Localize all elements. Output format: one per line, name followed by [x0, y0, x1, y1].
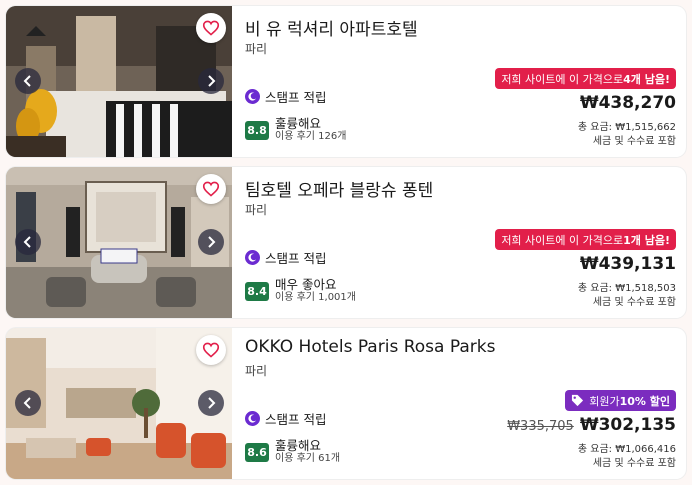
hotel-card[interactable]: 비 유 럭셔리 아파트호텔 파리 스탬프 적립 8.8 훌륭해요 이용 후기 1… [6, 6, 686, 157]
tax-note: 세금 및 수수료 포함 [592, 297, 676, 308]
hotel-city: 파리 [245, 42, 268, 56]
badge-text: 회원가 [589, 394, 620, 408]
chevron-right-icon [208, 397, 216, 409]
availability-badge: 저희 사이트에 이 가격으로 4개 남음! [495, 68, 676, 89]
tag-icon [572, 394, 584, 407]
chevron-right-icon [208, 236, 216, 248]
hotel-city: 파리 [245, 364, 268, 378]
stamp-moon-icon [245, 411, 260, 426]
nightly-price: ₩335,705 ₩302,135 [507, 415, 676, 435]
badge-bold-text: 10% 할인 [619, 394, 670, 408]
rating: 8.6 훌륭해요 이용 후기 61개 [245, 439, 340, 465]
badge-text: 저희 사이트에 이 가격으로 [501, 233, 624, 247]
rating-label: 훌륭해요 [275, 438, 322, 453]
review-score: 8.4 [245, 281, 269, 301]
price-value: ₩438,270 [579, 93, 676, 113]
total-price: 총 요금: ₩1,066,416 [577, 444, 676, 455]
stamp-moon-icon [245, 250, 260, 265]
badge-bold-text: 4개 남음! [623, 72, 670, 86]
hotel-photo[interactable] [6, 6, 232, 157]
heart-outline-icon [202, 342, 220, 358]
photo-prev-button[interactable] [15, 390, 41, 416]
stamp-label: 스탬프 적립 [265, 412, 327, 427]
stamp-reward: 스탬프 적립 [245, 409, 326, 428]
chevron-right-icon [208, 75, 216, 87]
review-count: 이용 후기 1,001개 [275, 292, 356, 303]
badge-text: 저희 사이트에 이 가격으로 [501, 72, 624, 86]
tax-note: 세금 및 수수료 포함 [592, 136, 676, 147]
hotel-photo[interactable] [6, 328, 232, 479]
rating: 8.4 매우 좋아요 이용 후기 1,001개 [245, 278, 356, 304]
rating-label: 매우 좋아요 [275, 277, 337, 292]
nightly-price: ₩438,270 [580, 93, 676, 113]
stamp-moon-icon [245, 89, 260, 104]
review-count: 이용 후기 126개 [275, 131, 347, 142]
hotel-info: 팀호텔 오페라 블랑슈 퐁텐 파리 스탬프 적립 8.4 매우 좋아요 이용 후… [245, 167, 686, 318]
photo-prev-button[interactable] [15, 229, 41, 255]
hotel-city: 파리 [245, 203, 268, 217]
review-score: 8.8 [245, 120, 269, 140]
hotel-photo[interactable] [6, 167, 232, 318]
rating: 8.8 훌륭해요 이용 후기 126개 [245, 117, 346, 143]
chevron-left-icon [23, 397, 31, 409]
hotel-card[interactable]: OKKO Hotels Paris Rosa Parks 파리 스탬프 적립 8… [6, 328, 686, 479]
review-score: 8.6 [245, 442, 269, 462]
stamp-reward: 스탬프 적립 [245, 87, 326, 106]
favorite-button[interactable] [196, 13, 226, 43]
chevron-left-icon [23, 75, 31, 87]
review-count: 이용 후기 61개 [275, 453, 341, 464]
hotel-name[interactable]: 비 유 럭셔리 아파트호텔 [245, 15, 418, 40]
hotel-info: 비 유 럭셔리 아파트호텔 파리 스탬프 적립 8.8 훌륭해요 이용 후기 1… [245, 6, 686, 157]
hotel-name[interactable]: OKKO Hotels Paris Rosa Parks [245, 337, 495, 357]
nightly-price: ₩439,131 [580, 254, 676, 274]
price-value: ₩302,135 [579, 415, 676, 435]
original-price: ₩335,705 [507, 419, 574, 434]
stamp-label: 스탬프 적립 [265, 90, 327, 105]
favorite-button[interactable] [196, 174, 226, 204]
stamp-reward: 스탬프 적립 [245, 248, 326, 267]
tax-note: 세금 및 수수료 포함 [592, 458, 676, 469]
stamp-label: 스탬프 적립 [265, 251, 327, 266]
heart-outline-icon [202, 20, 220, 36]
badge-bold-text: 1개 남음! [623, 233, 670, 247]
heart-outline-icon [202, 181, 220, 197]
total-price: 총 요금: ₩1,518,503 [577, 283, 676, 294]
photo-next-button[interactable] [198, 390, 224, 416]
photo-next-button[interactable] [198, 68, 224, 94]
photo-next-button[interactable] [198, 229, 224, 255]
favorite-button[interactable] [196, 335, 226, 365]
photo-prev-button[interactable] [15, 68, 41, 94]
hotel-name[interactable]: 팀호텔 오페라 블랑슈 퐁텐 [245, 176, 433, 201]
rating-label: 훌륭해요 [275, 116, 322, 131]
price-value: ₩439,131 [579, 254, 676, 274]
availability-badge: 저희 사이트에 이 가격으로 1개 남음! [495, 229, 676, 250]
total-price: 총 요금: ₩1,515,662 [577, 122, 676, 133]
hotel-info: OKKO Hotels Paris Rosa Parks 파리 스탬프 적립 8… [245, 328, 686, 479]
chevron-left-icon [23, 236, 31, 248]
hotel-card[interactable]: 팀호텔 오페라 블랑슈 퐁텐 파리 스탬프 적립 8.4 매우 좋아요 이용 후… [6, 167, 686, 318]
member-discount-badge: 회원가 10% 할인 [565, 390, 676, 411]
